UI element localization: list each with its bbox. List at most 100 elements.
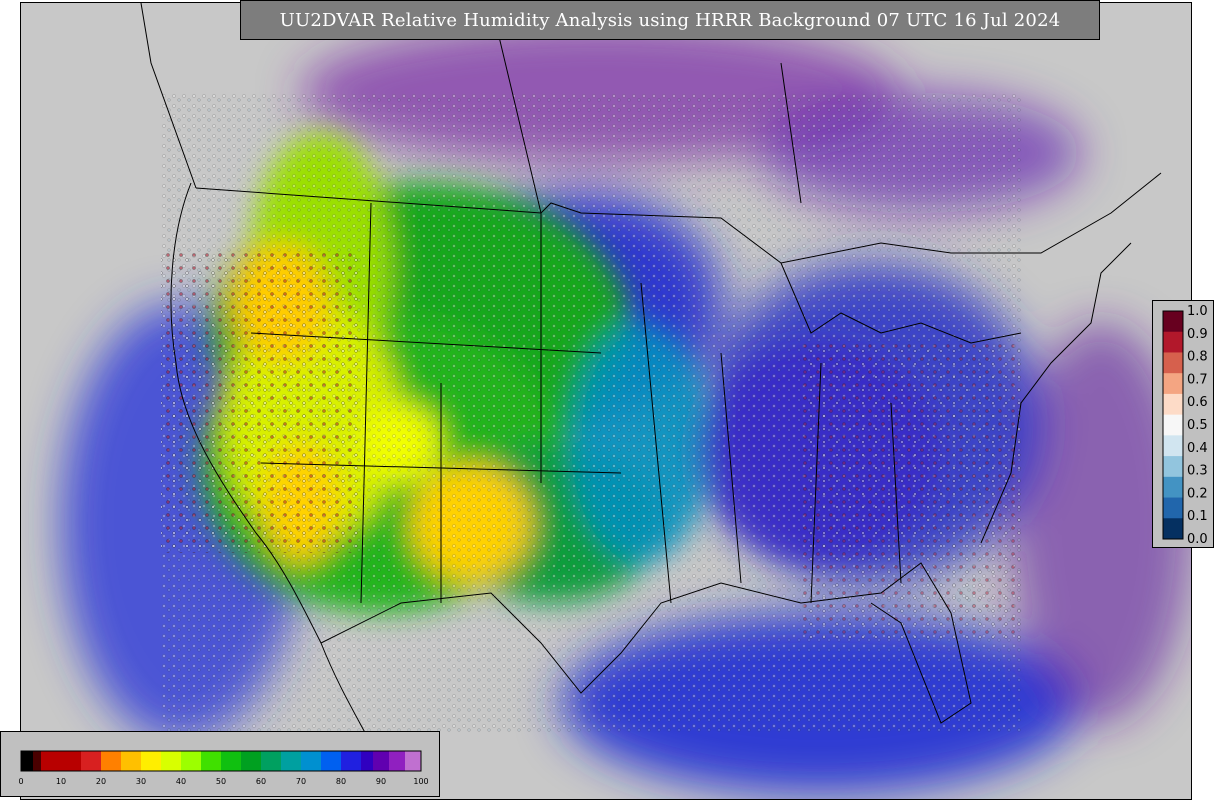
obs-legend-swatch <box>1163 497 1183 519</box>
rh-colorbar-swatch <box>321 751 326 771</box>
humidity-map <box>21 3 1191 799</box>
obs-legend-swatch <box>1163 414 1183 436</box>
rh-colorbar-swatch <box>133 751 138 771</box>
rh-colorbar-swatch <box>297 751 302 771</box>
rh-colorbar-swatch <box>217 751 222 771</box>
rh-colorbar-swatch <box>61 751 66 771</box>
rh-colorbar-swatch <box>129 751 134 771</box>
rh-colorbar-swatch <box>369 751 374 771</box>
rh-colorbar-swatch <box>145 751 150 771</box>
rh-colorbar-swatch <box>389 751 394 771</box>
rh-colorbar-swatch <box>93 751 98 771</box>
rh-colorbar-swatch <box>373 751 378 771</box>
rh-colorbar-swatch <box>337 751 342 771</box>
obs-legend-tick-label: 0.5 <box>1187 418 1208 433</box>
rh-colorbar-swatch <box>161 751 166 771</box>
rh-colorbar-swatch <box>361 751 366 771</box>
rh-colorbar-swatch <box>69 751 74 771</box>
rh-colorbar-tick-label: 30 <box>136 777 146 786</box>
rh-colorbar-swatch <box>125 751 130 771</box>
rh-colorbar-swatch <box>225 751 230 771</box>
rh-colorbar-swatch <box>253 751 258 771</box>
rh-colorbar-swatch <box>141 751 146 771</box>
rh-colorbar-swatch <box>273 751 278 771</box>
rh-colorbar-swatch <box>33 751 38 771</box>
rh-colorbar-swatch <box>285 751 290 771</box>
rh-colorbar-swatch <box>45 751 50 771</box>
rh-colorbar-swatch <box>277 751 282 771</box>
rh-colorbar-swatch <box>233 751 238 771</box>
rh-colorbar-swatch <box>189 751 194 771</box>
rh-colorbar-tick-label: 20 <box>96 777 106 786</box>
obs-legend-tick-label: 0.7 <box>1187 372 1208 387</box>
rh-colorbar-swatch <box>317 751 322 771</box>
rh-colorbar-swatch <box>153 751 158 771</box>
obs-legend-swatch <box>1163 476 1183 499</box>
rh-colorbar-swatch <box>261 751 266 771</box>
rh-colorbar-swatch <box>49 751 54 771</box>
rh-colorbar-swatch <box>185 751 190 771</box>
obs-legend-swatch <box>1163 311 1183 333</box>
rh-colorbar-swatch <box>209 751 214 771</box>
rh-colorbar-tick-label: 70 <box>296 777 306 786</box>
rh-colorbar-swatch <box>89 751 94 771</box>
rh-colorbar-swatch <box>173 751 178 771</box>
rh-colorbar-swatch <box>117 751 122 771</box>
rh-colorbar-swatch <box>345 751 350 771</box>
rh-colorbar-swatch <box>381 751 386 771</box>
obs-legend-tick-label: 0.1 <box>1187 509 1208 524</box>
rh-colorbar-swatch <box>365 751 370 771</box>
rh-colorbar-swatch <box>213 751 218 771</box>
rh-colorbar-swatch <box>329 751 334 771</box>
map-title: UU2DVAR Relative Humidity Analysis using… <box>240 0 1100 40</box>
rh-colorbar-swatch <box>165 751 170 771</box>
rh-colorbar-swatch <box>413 751 418 771</box>
obs-legend-swatch <box>1163 393 1183 416</box>
rh-colorbar-swatch <box>181 751 186 771</box>
rh-colorbar-swatch <box>249 751 254 771</box>
rh-colorbar-swatch <box>57 751 62 771</box>
rh-colorbar-swatch <box>357 751 362 771</box>
rh-colorbar-tick-label: 40 <box>176 777 186 786</box>
rh-colorbar-swatch <box>85 751 90 771</box>
rh-colorbar-swatch <box>177 751 182 771</box>
map-panel[interactable] <box>20 2 1192 800</box>
rh-colorbar-swatch <box>137 751 142 771</box>
obs-legend-tick-label: 0.4 <box>1187 441 1208 456</box>
obs-legend-tick-label: 0.6 <box>1187 395 1208 410</box>
rh-colorbar-swatch <box>229 751 234 771</box>
obs-legend-swatch <box>1163 435 1183 457</box>
rh-colorbar-tick-label: 50 <box>216 777 226 786</box>
rh-colorbar-swatch <box>97 751 102 771</box>
map-title-text: UU2DVAR Relative Humidity Analysis using… <box>279 9 1061 31</box>
rh-colorbar-swatch <box>121 751 126 771</box>
rh-colorbar-swatch <box>341 751 346 771</box>
rh-colorbar-swatch <box>265 751 270 771</box>
rh-colorbar-swatch <box>73 751 78 771</box>
rh-colorbar-swatch <box>349 751 354 771</box>
rh-colorbar-swatch <box>293 751 298 771</box>
rh-colorbar-swatch <box>301 751 306 771</box>
obs-legend-swatch <box>1163 352 1183 374</box>
rh-colorbar-swatch <box>77 751 82 771</box>
rh-colorbar-swatch <box>245 751 250 771</box>
rh-colorbar-swatch <box>197 751 202 771</box>
rh-colorbar-tick-label: 0 <box>18 777 23 786</box>
rh-colorbar-swatch <box>257 751 262 771</box>
rh-colorbar-tick-label: 100 <box>413 777 428 786</box>
obs-legend-swatch <box>1163 373 1183 395</box>
rh-colorbar-swatch <box>41 751 46 771</box>
rh-colorbar-swatch <box>309 751 314 771</box>
rh-colorbar-swatch <box>353 751 358 771</box>
rh-colorbar-swatch <box>81 751 86 771</box>
rh-colorbar-swatch <box>169 751 174 771</box>
rh-colorbar-swatch <box>377 751 382 771</box>
rh-colorbar-swatch <box>149 751 154 771</box>
rh-colorbar-swatch <box>401 751 406 771</box>
rh-colorbar-swatch <box>289 751 294 771</box>
obs-legend-swatch <box>1163 331 1183 353</box>
rh-colorbar-swatch <box>313 751 318 771</box>
rh-colorbar-swatch <box>405 751 410 771</box>
rh-colorbar-swatch <box>201 751 206 771</box>
rh-colorbar-tick-label: 90 <box>376 777 386 786</box>
